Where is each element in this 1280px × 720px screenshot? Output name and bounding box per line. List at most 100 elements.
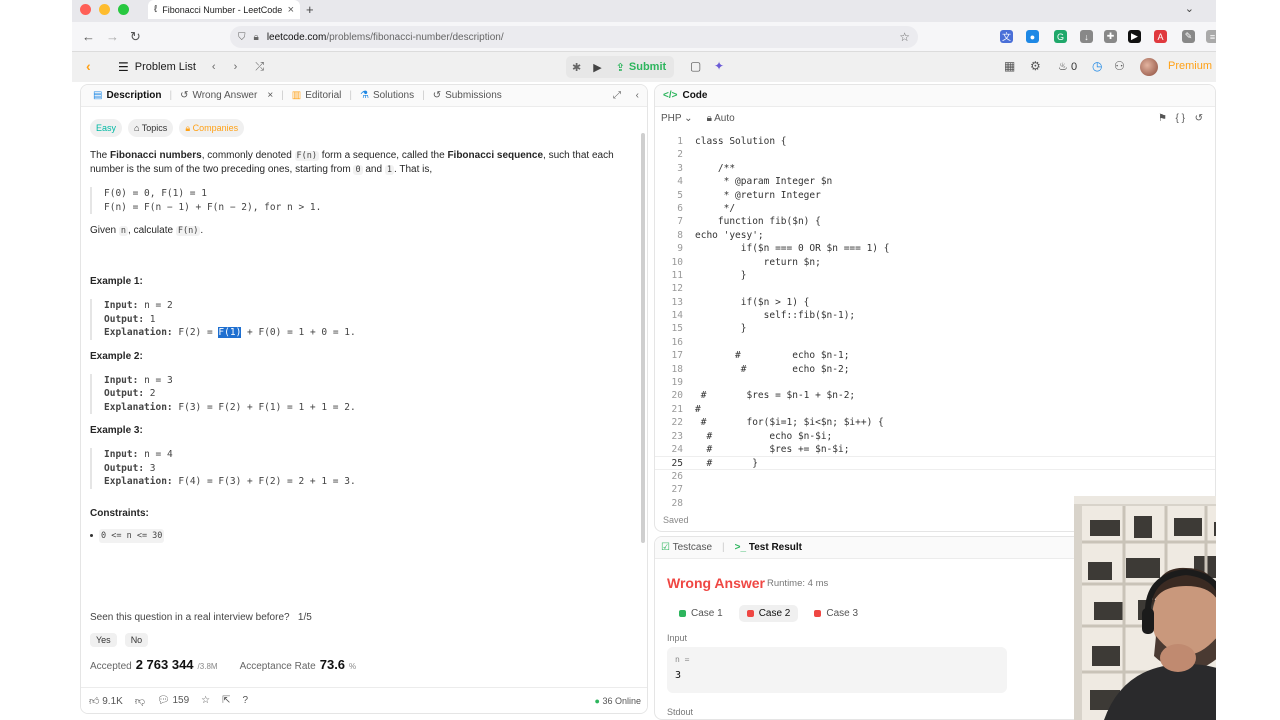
- tab-editorial[interactable]: ▥ Editorial: [286, 90, 348, 101]
- code-editor[interactable]: 1 class Solution {2 3 /** 4 * @param Intege…: [655, 135, 1215, 509]
- bookmark-star-icon[interactable]: ☆: [899, 30, 910, 44]
- lock-icon[interactable]: 🔒︎: [254, 32, 259, 43]
- code-line[interactable]: 21 #: [655, 403, 1215, 416]
- timer-icon[interactable]: ◷: [1092, 59, 1102, 73]
- pen-icon[interactable]: ✎: [1182, 30, 1195, 43]
- code-line[interactable]: 6 */: [655, 202, 1215, 215]
- maximize-window-button[interactable]: [118, 4, 129, 15]
- forward-arrow-icon[interactable]: →: [106, 29, 119, 44]
- collapse-icon[interactable]: ‹: [636, 90, 639, 101]
- prev-problem-icon[interactable]: ‹: [212, 61, 216, 73]
- code-line[interactable]: 4 * @param Integer $n: [655, 175, 1215, 188]
- auto-mode[interactable]: 🔒︎ Auto: [707, 113, 735, 124]
- tab-submissions[interactable]: ↺ Submissions: [427, 90, 508, 101]
- tab-testcase[interactable]: ☑ Testcase: [661, 542, 712, 553]
- expand-icon[interactable]: ⤢: [613, 90, 621, 101]
- bookmark-icon[interactable]: ⚑: [1158, 113, 1167, 124]
- topics-button[interactable]: ⌂ Topics: [128, 119, 174, 137]
- code-line[interactable]: 24 # $res += $n-$i;: [655, 443, 1215, 456]
- shuffle-icon[interactable]: ⤮: [255, 61, 264, 74]
- reset-icon[interactable]: ↺: [1195, 113, 1203, 124]
- companies-button[interactable]: 🔒︎ Companies: [179, 119, 245, 137]
- code-line[interactable]: 16: [655, 336, 1215, 349]
- problem-list-link[interactable]: Problem List: [135, 61, 196, 73]
- reload-icon[interactable]: ↻: [130, 29, 141, 45]
- code-line[interactable]: 19: [655, 376, 1215, 389]
- tab-description[interactable]: ▤ Description: [87, 90, 167, 101]
- code-line[interactable]: 26: [655, 470, 1215, 483]
- code-line[interactable]: 15 }: [655, 322, 1215, 335]
- code-tab[interactable]: </> Code: [655, 85, 1215, 107]
- shield-icon[interactable]: ⛉: [238, 32, 246, 43]
- code-line[interactable]: 11 }: [655, 269, 1215, 282]
- settings-gear-icon[interactable]: ⚙: [1030, 59, 1041, 73]
- menu-icon[interactable]: ≡: [1206, 30, 1216, 43]
- help-icon[interactable]: ?: [243, 695, 249, 706]
- code-line[interactable]: 25 # }: [655, 456, 1215, 470]
- code-line[interactable]: 10 return $n;: [655, 256, 1215, 269]
- adblock-extension-icon[interactable]: A: [1154, 30, 1167, 43]
- like-button[interactable]: 👍︎ 9.1K: [89, 695, 123, 707]
- submit-button[interactable]: ⇪ Submit: [608, 61, 675, 74]
- url-text[interactable]: leetcode.com/problems/fibonacci-number/d…: [267, 32, 891, 43]
- ai-sparkle-icon[interactable]: ✦: [714, 59, 724, 73]
- profile-extension-icon[interactable]: ●: [1026, 30, 1039, 43]
- code-line[interactable]: 9 if($n === 0 OR $n === 1) {: [655, 242, 1215, 255]
- dislike-button[interactable]: 👎︎: [135, 695, 145, 707]
- scrollbar[interactable]: [641, 133, 645, 543]
- media-play-extension-icon[interactable]: ▶: [1128, 30, 1141, 43]
- close-tab-icon[interactable]: ×: [267, 90, 273, 101]
- no-button[interactable]: No: [124, 633, 149, 647]
- case-2-button[interactable]: Case 2: [738, 605, 799, 622]
- close-tab-icon[interactable]: ×: [288, 4, 294, 16]
- list-icon[interactable]: ☰: [118, 60, 129, 74]
- code-line[interactable]: 5 * @return Integer: [655, 189, 1215, 202]
- code-line[interactable]: 14 self::fib($n-1);: [655, 309, 1215, 322]
- language-select[interactable]: PHP ⌄: [661, 113, 693, 124]
- yes-button[interactable]: Yes: [90, 633, 117, 647]
- code-line[interactable]: 20 # $res = $n-1 + $n-2;: [655, 389, 1215, 402]
- tab-solutions[interactable]: ⚗ Solutions: [354, 90, 420, 101]
- tab-wrong-answer[interactable]: ↺ Wrong Answer ×: [174, 90, 279, 101]
- run-button[interactable]: ▶: [587, 61, 607, 74]
- code-line[interactable]: 2: [655, 148, 1215, 161]
- code-line[interactable]: 18 # echo $n-2;: [655, 363, 1215, 376]
- leetcode-logo-icon[interactable]: ‹: [86, 58, 100, 76]
- code-line[interactable]: 8 echo 'yesy';: [655, 229, 1215, 242]
- comments-button[interactable]: 💬︎ 159: [157, 695, 189, 706]
- minimize-window-button[interactable]: [99, 4, 110, 15]
- streak-counter[interactable]: ♨ 0: [1058, 60, 1077, 73]
- next-problem-icon[interactable]: ›: [234, 61, 238, 73]
- code-line[interactable]: 17 # echo $n-1;: [655, 349, 1215, 362]
- add-user-icon[interactable]: ⚇: [1114, 59, 1125, 73]
- code-line[interactable]: 23 # echo $n-$i;: [655, 430, 1215, 443]
- download-icon[interactable]: ↓: [1080, 30, 1093, 43]
- code-line[interactable]: 3 /**: [655, 162, 1215, 175]
- browser-tab[interactable]: ℓ Fibonacci Number - LeetCode ×: [148, 0, 300, 19]
- code-line[interactable]: 22 # for($i=1; $i<$n; $i++) {: [655, 416, 1215, 429]
- debug-icon[interactable]: ✱: [566, 61, 587, 74]
- tab-test-result[interactable]: >_ Test Result: [735, 542, 802, 553]
- notes-icon[interactable]: ▢: [690, 59, 701, 73]
- code-line[interactable]: 27: [655, 483, 1215, 496]
- close-window-button[interactable]: [80, 4, 91, 15]
- translate-extension-icon[interactable]: 文: [1000, 30, 1013, 43]
- grammarly-extension-icon[interactable]: G: [1054, 30, 1067, 43]
- new-tab-icon[interactable]: +: [306, 2, 314, 17]
- favorite-star-icon[interactable]: ☆: [201, 695, 210, 706]
- case-3-button[interactable]: Case 3: [806, 605, 866, 622]
- layout-grid-icon[interactable]: ▦: [1004, 59, 1015, 73]
- format-braces-icon[interactable]: { }: [1176, 113, 1185, 124]
- share-icon[interactable]: ⇱: [222, 695, 230, 706]
- premium-link[interactable]: Premium: [1168, 60, 1212, 72]
- case-1-button[interactable]: Case 1: [671, 605, 731, 622]
- tab-list-chevron-icon[interactable]: ⌄: [1185, 2, 1194, 15]
- avatar[interactable]: [1140, 58, 1158, 76]
- back-arrow-icon[interactable]: ←: [82, 29, 95, 44]
- code-line[interactable]: 13 if($n > 1) {: [655, 296, 1215, 309]
- code-line[interactable]: 12: [655, 282, 1215, 295]
- extensions-puzzle-icon[interactable]: ✚: [1104, 30, 1117, 43]
- code-line[interactable]: 1 class Solution {: [655, 135, 1215, 148]
- address-bar[interactable]: ⛉ 🔒︎ leetcode.com/problems/fibonacci-num…: [230, 26, 918, 48]
- code-line[interactable]: 7 function fib($n) {: [655, 215, 1215, 228]
